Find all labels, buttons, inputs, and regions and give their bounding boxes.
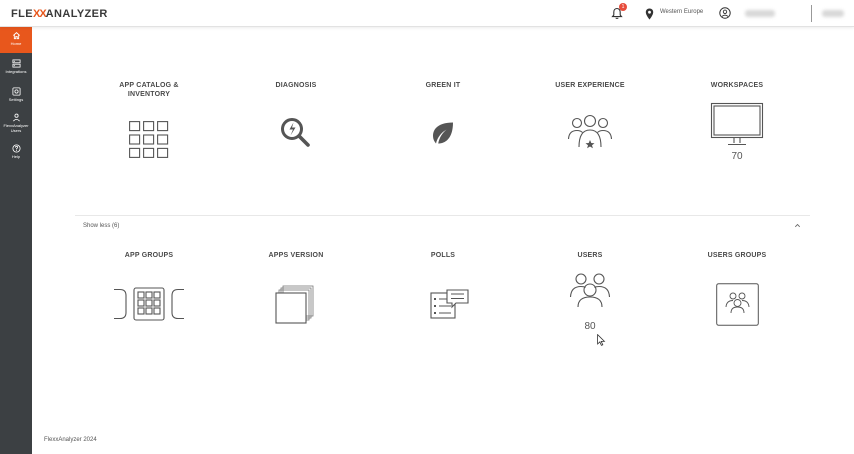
users-count: 80 xyxy=(584,321,596,332)
mouse-cursor-icon xyxy=(597,334,606,346)
help-icon xyxy=(11,144,21,153)
user-experience-icon xyxy=(567,114,613,149)
workspaces-count: 70 xyxy=(731,151,743,162)
sidebar-item-home[interactable]: Home xyxy=(0,27,32,53)
tile-users-groups[interactable]: USERS GROUPS xyxy=(677,251,797,260)
logo-text-fle: FLE xyxy=(11,8,33,20)
tile-title: USER EXPERIENCE xyxy=(555,82,625,89)
tile-diagnosis[interactable]: DIAGNOSIS xyxy=(236,81,356,90)
sidebar-item-flexxanalyzer-users[interactable]: FlexxAnalyzer Users xyxy=(0,109,32,139)
user-icon xyxy=(12,113,20,122)
sidebar-item-settings[interactable]: Settings xyxy=(0,83,32,109)
sidebar-item-help[interactable]: Help xyxy=(0,140,32,166)
sidebar: Home Integrations Settings FlexxAnalyzer… xyxy=(0,27,32,454)
top-bar: FLE XX ANALYZER 1 Western Europe xyxy=(0,0,854,27)
sidebar-item-label: FlexxAnalyzer Users xyxy=(3,123,29,133)
logo-text-analyzer: ANALYZER xyxy=(45,8,108,20)
sidebar-item-integrations[interactable]: Integrations xyxy=(0,55,32,81)
tile-title: WORKSPACES xyxy=(710,82,764,89)
tile-title: DIAGNOSIS xyxy=(275,82,317,89)
settings-icon xyxy=(11,87,21,96)
stacked-pages-icon xyxy=(275,285,314,324)
header-divider xyxy=(811,5,812,22)
sidebar-item-label: Settings xyxy=(8,97,24,102)
location-pin-icon[interactable] xyxy=(645,8,654,20)
app-groups-icon xyxy=(114,287,184,321)
tile-title: APP CATALOG & INVENTORY xyxy=(119,82,179,98)
tile-user-experience[interactable]: USER EXPERIENCE xyxy=(530,81,650,90)
tile-title: APP GROUPS xyxy=(124,252,174,259)
tile-users[interactable]: USERS xyxy=(530,251,650,260)
notification-badge: 1 xyxy=(619,3,627,11)
tile-app-groups[interactable]: APP GROUPS xyxy=(89,251,209,260)
tile-title: GREEN IT xyxy=(425,82,461,89)
polls-icon xyxy=(430,289,469,319)
show-less-toggle[interactable]: Show less (6) xyxy=(83,223,119,229)
section-divider xyxy=(75,215,810,216)
tile-title: POLLS xyxy=(430,252,456,259)
region-selector[interactable]: Western Europe xyxy=(660,9,703,15)
tile-title: APPS VERSION xyxy=(268,252,324,259)
tile-title: USERS GROUPS xyxy=(707,252,767,259)
sidebar-item-label: Integrations xyxy=(5,69,27,74)
user-name-redacted xyxy=(745,10,775,17)
diagnosis-icon xyxy=(281,118,310,147)
integrations-icon xyxy=(11,59,21,68)
sidebar-item-label: Help xyxy=(11,154,21,159)
app-grid-icon xyxy=(129,121,169,158)
leaf-icon xyxy=(433,122,453,144)
app-logo[interactable]: FLE XX ANALYZER xyxy=(11,7,108,21)
home-icon xyxy=(12,32,20,40)
monitor-icon xyxy=(710,102,764,146)
tile-title: USERS xyxy=(577,252,603,259)
logo-text-xx: XX xyxy=(32,8,47,20)
footer-copyright: FlexxAnalyzer 2024 xyxy=(44,437,97,443)
tile-apps-version[interactable]: APPS VERSION xyxy=(236,251,356,260)
tile-app-catalog[interactable]: APP CATALOG & INVENTORY xyxy=(89,81,209,99)
users-icon xyxy=(569,273,611,308)
tile-green-it[interactable]: GREEN IT xyxy=(383,81,503,90)
chevron-up-icon[interactable] xyxy=(794,223,801,228)
sidebar-item-label: Home xyxy=(10,41,22,46)
tile-polls[interactable]: POLLS xyxy=(383,251,503,260)
tenant-name-redacted xyxy=(822,10,844,17)
tile-workspaces[interactable]: WORKSPACES xyxy=(677,81,797,90)
user-account-icon[interactable] xyxy=(719,7,731,19)
users-groups-icon xyxy=(716,283,759,326)
